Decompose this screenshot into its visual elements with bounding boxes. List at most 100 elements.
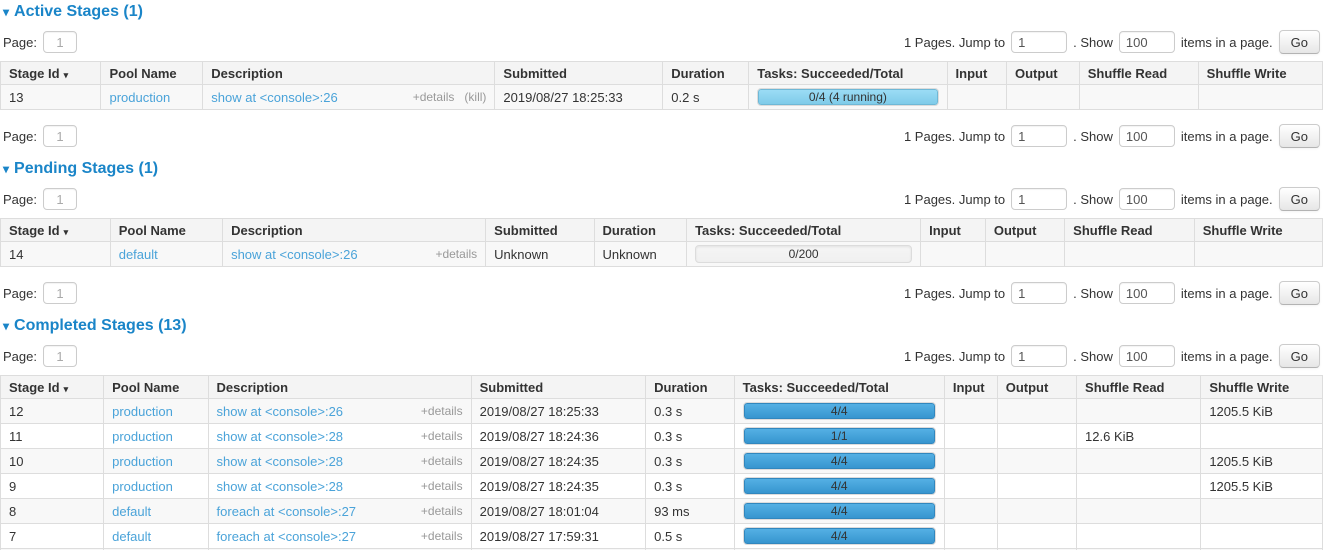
completed-stages-table: Stage Id▾Pool NameDescriptionSubmittedDu… bbox=[0, 375, 1323, 550]
show-label: . Show bbox=[1073, 129, 1113, 144]
column-header-stage-id[interactable]: Stage Id▾ bbox=[1, 62, 101, 85]
column-header-label: Shuffle Write bbox=[1209, 380, 1289, 395]
items-per-page-input[interactable] bbox=[1119, 282, 1175, 304]
input-cell bbox=[944, 474, 997, 499]
stage-description-link[interactable]: show at <console>:28 bbox=[217, 429, 343, 444]
column-header-submitted[interactable]: Submitted bbox=[471, 376, 646, 399]
stage-description-link[interactable]: show at <console>:28 bbox=[217, 479, 343, 494]
items-per-page-label: items in a page. bbox=[1181, 192, 1273, 207]
tasks-progress-cell: 0/4 (4 running) bbox=[749, 85, 947, 110]
items-per-page-input[interactable] bbox=[1119, 188, 1175, 210]
pool-name-link[interactable]: production bbox=[112, 429, 173, 444]
column-header-shuffle-read[interactable]: Shuffle Read bbox=[1079, 62, 1198, 85]
tasks-progress-bar: 0/4 (4 running) bbox=[757, 88, 938, 106]
page-number-input[interactable] bbox=[43, 188, 77, 210]
column-header-shuffle-write[interactable]: Shuffle Write bbox=[1198, 62, 1322, 85]
go-button[interactable]: Go bbox=[1279, 281, 1320, 305]
column-header-pool-name[interactable]: Pool Name bbox=[101, 62, 203, 85]
pool-name-link[interactable]: default bbox=[119, 247, 158, 262]
stage-description-link[interactable]: foreach at <console>:27 bbox=[217, 529, 357, 544]
pool-name-link[interactable]: production bbox=[112, 404, 173, 419]
details-toggle-link[interactable]: +details bbox=[421, 429, 463, 443]
details-toggle-link[interactable]: +details bbox=[435, 247, 477, 261]
go-button[interactable]: Go bbox=[1279, 344, 1320, 368]
column-header-description[interactable]: Description bbox=[203, 62, 495, 85]
details-toggle-link[interactable]: +details bbox=[413, 90, 455, 104]
column-header-output[interactable]: Output bbox=[985, 219, 1064, 242]
details-toggle-link[interactable]: +details bbox=[421, 454, 463, 468]
duration-cell: 0.3 s bbox=[646, 474, 735, 499]
page-number-input[interactable] bbox=[43, 31, 77, 53]
page-label: Page: bbox=[3, 35, 37, 50]
tasks-progress-cell: 1/1 bbox=[734, 424, 944, 449]
stage-description-link[interactable]: show at <console>:26 bbox=[211, 90, 337, 105]
go-button[interactable]: Go bbox=[1279, 124, 1320, 148]
column-header-submitted[interactable]: Submitted bbox=[486, 219, 594, 242]
input-cell bbox=[944, 524, 997, 549]
column-header-shuffle-read[interactable]: Shuffle Read bbox=[1065, 219, 1195, 242]
input-cell bbox=[944, 399, 997, 424]
page-number-input[interactable] bbox=[43, 125, 77, 147]
pending-stages-table: Stage Id▾Pool NameDescriptionSubmittedDu… bbox=[0, 218, 1323, 267]
go-button[interactable]: Go bbox=[1279, 30, 1320, 54]
active-stages-heading[interactable]: ▾Active Stages (1) bbox=[3, 2, 1323, 22]
stage-description-link[interactable]: show at <console>:28 bbox=[217, 454, 343, 469]
items-per-page-input[interactable] bbox=[1119, 31, 1175, 53]
column-header-shuffle-read[interactable]: Shuffle Read bbox=[1077, 376, 1201, 399]
page-number-input[interactable] bbox=[43, 345, 77, 367]
column-header-stage-id[interactable]: Stage Id▾ bbox=[1, 219, 111, 242]
pool-name-cell: production bbox=[104, 424, 208, 449]
column-header-shuffle-write[interactable]: Shuffle Write bbox=[1194, 219, 1322, 242]
pool-name-link[interactable]: production bbox=[109, 90, 170, 105]
column-header-input[interactable]: Input bbox=[947, 62, 1006, 85]
column-header-input[interactable]: Input bbox=[921, 219, 986, 242]
jump-to-page-input[interactable] bbox=[1011, 125, 1067, 147]
jump-to-page-input[interactable] bbox=[1011, 345, 1067, 367]
column-header-pool-name[interactable]: Pool Name bbox=[104, 376, 208, 399]
column-header-duration[interactable]: Duration bbox=[594, 219, 687, 242]
pagination-row: Page: 1 Pages. Jump to . Show items in a… bbox=[3, 186, 1320, 212]
stage-description-link[interactable]: show at <console>:26 bbox=[217, 404, 343, 419]
column-header-tasks-succeeded-total[interactable]: Tasks: Succeeded/Total bbox=[687, 219, 921, 242]
jump-to-page-input[interactable] bbox=[1011, 188, 1067, 210]
column-header-duration[interactable]: Duration bbox=[663, 62, 749, 85]
active-stages-pagination-top: Page: 1 Pages. Jump to . Show items in a… bbox=[0, 29, 1323, 55]
pool-name-link[interactable]: default bbox=[112, 529, 151, 544]
pool-name-link[interactable]: production bbox=[112, 479, 173, 494]
stage-description-link[interactable]: foreach at <console>:27 bbox=[217, 504, 357, 519]
go-button[interactable]: Go bbox=[1279, 187, 1320, 211]
column-header-description[interactable]: Description bbox=[223, 219, 486, 242]
jump-to-page-input[interactable] bbox=[1011, 282, 1067, 304]
column-header-tasks-succeeded-total[interactable]: Tasks: Succeeded/Total bbox=[749, 62, 947, 85]
description-cell: show at <console>:28 +details bbox=[208, 474, 471, 499]
page-number-input[interactable] bbox=[43, 282, 77, 304]
column-header-output[interactable]: Output bbox=[997, 376, 1076, 399]
column-header-pool-name[interactable]: Pool Name bbox=[110, 219, 222, 242]
details-toggle-link[interactable]: +details bbox=[421, 504, 463, 518]
column-header-description[interactable]: Description bbox=[208, 376, 471, 399]
stage-description-link[interactable]: show at <console>:26 bbox=[231, 247, 357, 262]
pool-name-link[interactable]: default bbox=[112, 504, 151, 519]
column-header-shuffle-write[interactable]: Shuffle Write bbox=[1201, 376, 1323, 399]
column-header-stage-id[interactable]: Stage Id▾ bbox=[1, 376, 104, 399]
items-per-page-input[interactable] bbox=[1119, 125, 1175, 147]
pagination-row: Page: 1 Pages. Jump to . Show items in a… bbox=[3, 123, 1320, 149]
pool-name-cell: default bbox=[110, 242, 222, 267]
column-header-duration[interactable]: Duration bbox=[646, 376, 735, 399]
duration-cell: 0.3 s bbox=[646, 449, 735, 474]
details-toggle-link[interactable]: +details bbox=[421, 529, 463, 543]
details-toggle-link[interactable]: +details bbox=[421, 479, 463, 493]
column-header-tasks-succeeded-total[interactable]: Tasks: Succeeded/Total bbox=[734, 376, 944, 399]
pool-name-link[interactable]: production bbox=[112, 454, 173, 469]
column-header-output[interactable]: Output bbox=[1007, 62, 1080, 85]
kill-stage-link[interactable]: (kill) bbox=[464, 90, 486, 104]
description-cell: show at <console>:26 +details (kill) bbox=[203, 85, 495, 110]
jump-to-page-input[interactable] bbox=[1011, 31, 1067, 53]
column-header-submitted[interactable]: Submitted bbox=[495, 62, 663, 85]
completed-stages-heading[interactable]: ▾Completed Stages (13) bbox=[3, 316, 1323, 336]
section-title: Active Stages (1) bbox=[14, 3, 143, 20]
pending-stages-heading[interactable]: ▾Pending Stages (1) bbox=[3, 159, 1323, 179]
items-per-page-input[interactable] bbox=[1119, 345, 1175, 367]
details-toggle-link[interactable]: +details bbox=[421, 404, 463, 418]
column-header-input[interactable]: Input bbox=[944, 376, 997, 399]
